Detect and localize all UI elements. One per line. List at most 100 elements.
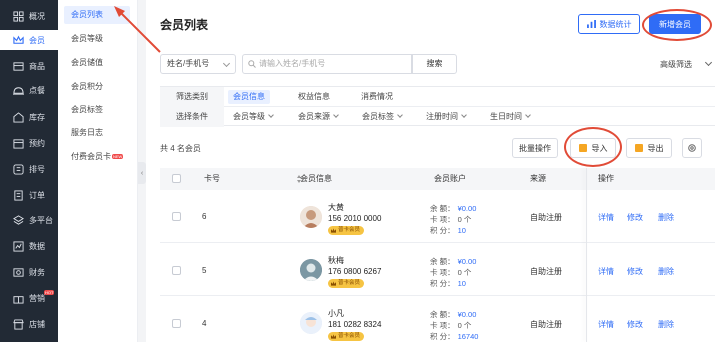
account-cards-line: 卡 项： 0 个 <box>430 320 478 331</box>
edit-link[interactable]: 修改 <box>627 212 643 223</box>
detail-link[interactable]: 详情 <box>598 266 614 277</box>
hot-badge: HOT <box>44 290 55 295</box>
nav-label: 店铺 <box>29 319 45 329</box>
member-level-badge: 普卡会员 <box>328 332 365 341</box>
balance-value[interactable]: ¥0.00 <box>458 257 477 266</box>
nav-item-marketing[interactable]: 营销 HOT <box>0 288 58 308</box>
nav-item-store[interactable]: 店铺 <box>0 314 58 334</box>
filter-tab-benefits[interactable]: 权益信息 <box>293 90 335 104</box>
nav-item-multiplatform[interactable]: 多平台 <box>0 210 58 230</box>
member-phone: 156 2010 0000 <box>328 214 382 223</box>
nav-item-stock[interactable]: 库存 <box>0 107 58 127</box>
gift-icon <box>13 293 24 304</box>
cards-label: 卡 项： <box>430 321 455 330</box>
delete-link[interactable]: 删除 <box>658 266 674 277</box>
search-input[interactable]: 请输入姓名/手机号 <box>242 54 412 74</box>
submenu-member-stored-value[interactable]: 会员储值 <box>64 54 130 72</box>
condition-birthday-time[interactable]: 生日时间 <box>490 107 531 127</box>
nav-item-finance[interactable]: 财务 <box>0 262 58 282</box>
filter-condition-label: 选择条件 <box>160 107 224 127</box>
nav-item-queue[interactable]: 排号 <box>0 159 58 179</box>
chevron-down-icon <box>268 112 274 118</box>
table-row: 6 大黄 156 2010 0000 普卡会员 余 额： ¥0.00 卡 项： 0 … <box>160 191 715 243</box>
member-account: 余 额： ¥0.00 卡 项： 0 个 积 分： 10 <box>430 256 476 289</box>
nav-label: 营销 <box>29 293 45 303</box>
submenu-member-points[interactable]: 会员积分 <box>64 78 130 96</box>
annotation-circle-import <box>564 127 622 167</box>
select-all-checkbox[interactable] <box>172 174 181 183</box>
nav-item-data[interactable]: 数据 <box>0 236 58 256</box>
nav-label: 点餐 <box>29 85 45 95</box>
app-root: 概况 会员 商品 点餐 库存 预约 排号 订单 多平台 数据 财务 营销 HOT… <box>0 0 720 342</box>
nav-item-orders[interactable]: 订单 <box>0 185 58 205</box>
card-number: 6 <box>202 212 207 221</box>
condition-member-source[interactable]: 会员来源 <box>298 107 339 127</box>
table-row: 5 秋梅 176 0800 6267 普卡会员 余 额： ¥0.00 卡 项： 0 … <box>160 244 715 296</box>
batch-action-button[interactable]: 批量操作 <box>512 138 558 158</box>
table-settings-button[interactable] <box>682 138 702 158</box>
account-balance-line: 余 额： ¥0.00 <box>430 256 476 267</box>
member-source: 自助注册 <box>530 320 562 329</box>
member-level-badge: 普卡会员 <box>328 226 365 235</box>
data-stats-button[interactable]: 数据统计 <box>578 14 640 34</box>
row-checkbox[interactable] <box>172 212 181 221</box>
points-value[interactable]: 10 <box>458 279 466 288</box>
nav-item-goods[interactable]: 商品 <box>0 56 58 76</box>
crown-icon <box>331 281 336 286</box>
detail-link[interactable]: 详情 <box>598 319 614 330</box>
advanced-filter-toggle[interactable]: 高级筛选 <box>660 59 692 70</box>
delete-link[interactable]: 删除 <box>658 212 674 223</box>
nav-item-member[interactable]: 会员 <box>0 30 58 50</box>
chevron-down-icon[interactable] <box>704 58 713 67</box>
nav-label: 订单 <box>29 190 45 200</box>
cards-value: 0 个 <box>457 321 472 330</box>
member-level-label: 普卡会员 <box>338 227 361 233</box>
row-checkbox[interactable] <box>172 266 181 275</box>
detail-link[interactable]: 详情 <box>598 212 614 223</box>
member-total: 共 4 名会员 <box>160 144 201 153</box>
nav-item-booking[interactable]: 预约 <box>0 133 58 153</box>
submenu-paid-card[interactable]: 付费会员卡 NEW <box>64 148 130 166</box>
member-name: 秋梅 <box>328 256 344 265</box>
points-value[interactable]: 10 <box>458 226 466 235</box>
account-balance-line: 余 额： ¥0.00 <box>430 309 478 320</box>
member-account: 余 额： ¥0.00 卡 项： 0 个 积 分： 10 <box>430 203 476 236</box>
avatar <box>300 259 322 281</box>
edit-link[interactable]: 修改 <box>627 266 643 277</box>
filter-tab-consumption[interactable]: 消费情况 <box>356 90 398 104</box>
submenu-member-list[interactable]: 会员列表 <box>64 6 130 24</box>
search-type-select[interactable]: 姓名/手机号 <box>160 54 236 74</box>
submenu-service-log[interactable]: 服务日志 <box>64 124 130 142</box>
condition-member-tags[interactable]: 会员标签 <box>362 107 403 127</box>
condition-label: 会员来源 <box>298 112 330 121</box>
collapse-submenu-handle[interactable]: ‹ <box>138 162 146 184</box>
queue-icon <box>13 163 24 175</box>
condition-member-level[interactable]: 会员等级 <box>233 107 274 127</box>
card-number: 4 <box>202 319 207 328</box>
member-level-badge: 普卡会员 <box>328 279 365 288</box>
account-balance-line: 余 额： ¥0.00 <box>430 203 476 214</box>
export-button[interactable]: 导出 <box>626 138 672 158</box>
crown-icon <box>331 334 336 339</box>
nav-item-overview[interactable]: 概况 <box>0 6 58 26</box>
member-phone: 176 0800 6267 <box>328 267 382 276</box>
fixed-column-divider <box>586 168 587 342</box>
account-cards-line: 卡 项： 0 个 <box>430 214 476 225</box>
search-button[interactable]: 搜索 <box>412 54 457 74</box>
data-stats-label: 数据统计 <box>599 19 632 29</box>
filter-panel: 筛选类别 会员信息 权益信息 消费情况 选择条件 会员等级 会员来源 会员标签 … <box>160 86 715 127</box>
submenu-member-level[interactable]: 会员等级 <box>64 30 130 48</box>
balance-label: 余 额： <box>430 310 455 319</box>
row-checkbox[interactable] <box>172 319 181 328</box>
nav-label: 会员 <box>29 35 45 45</box>
balance-value[interactable]: ¥0.00 <box>458 204 477 213</box>
condition-register-time[interactable]: 注册时间 <box>426 107 467 127</box>
cloche-icon <box>13 85 24 96</box>
edit-link[interactable]: 修改 <box>627 319 643 330</box>
delete-link[interactable]: 删除 <box>658 319 674 330</box>
nav-item-ordering[interactable]: 点餐 <box>0 80 58 100</box>
filter-tab-member-info[interactable]: 会员信息 <box>228 90 270 104</box>
submenu-member-tags[interactable]: 会员标签 <box>64 101 130 119</box>
balance-value[interactable]: ¥0.00 <box>458 310 477 319</box>
points-value[interactable]: 16740 <box>458 332 479 341</box>
